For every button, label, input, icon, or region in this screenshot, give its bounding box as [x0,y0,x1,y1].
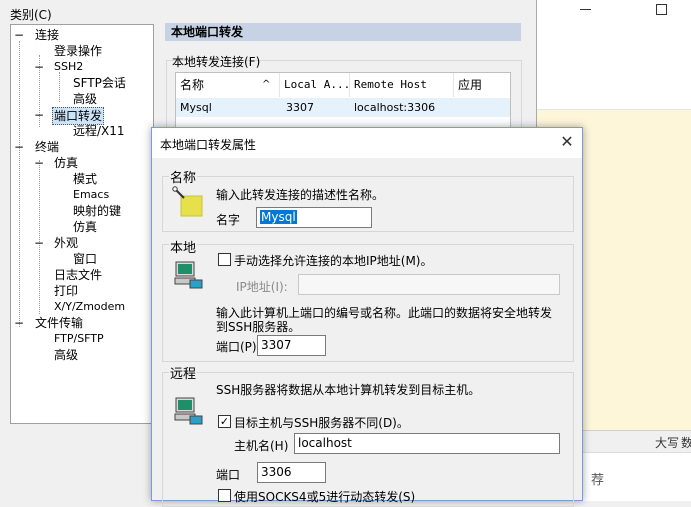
column-header-remote-host[interactable]: Remote Host [350,73,454,97]
remote-description: SSH服务器将数据从本地计算机转发到目标主机。 [216,383,481,397]
hostname-label: 主机名(H) [234,439,289,453]
column-header-name[interactable]: 名称 ^ [176,73,280,97]
dialog-titlebar: 本地端口转发属性 ✕ [152,128,582,158]
collapse-icon[interactable]: − [34,235,44,251]
category-label: 类别(C) [10,8,52,22]
sort-ascending-icon: ^ [262,79,271,90]
ip-address-label: IP地址(I): [236,280,288,294]
tree-item-sftp-session[interactable]: SFTP会话 [73,75,126,91]
name-field-label: 名字 [216,213,241,227]
collapse-icon[interactable]: − [14,315,24,331]
column-header-local-port[interactable]: Local A... [280,73,350,97]
local-port-field[interactable]: 3307 [257,335,326,356]
name-description: 输入此转发连接的描述性名称。 [216,188,385,202]
tree-item-modes[interactable]: 模式 [73,171,97,187]
caps-indicator: 大写 [655,436,680,450]
socks-label: 使用SOCKS4或5进行动态转发(S) [234,490,416,504]
collapse-icon[interactable]: − [14,139,24,155]
close-icon[interactable]: ✕ [556,132,578,154]
tree-item-mapped-keys[interactable]: 映射的键 [73,203,121,219]
local-group-label: 本地 [169,237,198,256]
collapse-icon[interactable]: − [14,27,24,43]
collapse-icon[interactable]: − [34,107,44,123]
forward-connections-label: 本地转发连接(F) [172,55,261,69]
socks-checkbox[interactable] [218,489,231,502]
local-port-label: 端口(P) [216,340,257,354]
cell-remote-host: localhost:3306 [354,101,436,114]
computer-icon [172,260,206,290]
column-header-application[interactable]: 应用 [454,73,510,97]
panel-header: 本地端口转发 [165,23,521,41]
remote-port-label: 端口 [216,468,241,482]
forward-connections-table[interactable]: 名称 ^ Local A... Remote Host 应用 Mysql 330… [175,72,511,132]
tree-item-emulation[interactable]: 仿真 [54,155,78,171]
tree-item-window[interactable]: 窗口 [73,251,97,267]
minimize-icon[interactable] [580,9,591,10]
tree-item-connection[interactable]: 连接 [35,27,59,43]
tree-item-emacs[interactable]: Emacs [73,187,109,203]
ip-address-field[interactable] [298,274,560,295]
remote-port-field[interactable]: 3306 [257,462,326,483]
tree-item-log-file[interactable]: 日志文件 [54,267,102,283]
name-field[interactable]: Mysql [256,207,372,228]
category-tree[interactable]: − 连接 登录操作 − SSH2 SFTP会话 高级 − 端口转发 远程/X11… [10,24,154,424]
tree-item-login[interactable]: 登录操作 [54,43,102,59]
tree-item-ssh2[interactable]: SSH2 [54,59,83,75]
tree-item-emulation-advanced[interactable]: 仿真 [73,219,97,235]
manual-ip-checkbox[interactable] [218,253,231,266]
server-computer-icon [172,396,206,426]
tree-item-printing[interactable]: 打印 [54,283,78,299]
name-group-label: 名称 [169,167,198,186]
tree-item-remote-x11[interactable]: 远程/X11 [73,123,125,139]
dialog-title: 本地端口转发属性 [160,138,257,152]
tree-item-terminal[interactable]: 终端 [35,139,59,155]
tree-item-appearance[interactable]: 外观 [54,235,78,251]
tree-guide [59,72,60,102]
tag-icon [172,186,206,218]
collapse-icon[interactable]: − [34,155,44,171]
hostname-field[interactable]: localhost [294,433,560,454]
cell-name: Mysql [180,101,212,114]
background-titlebar [537,0,691,30]
collapse-icon[interactable]: − [34,59,44,75]
cell-application [454,98,458,117]
maximize-icon[interactable] [656,4,667,15]
tree-item-file-transfer[interactable]: 文件传输 [35,315,83,331]
forwarding-properties-dialog: 本地端口转发属性 ✕ 名称 输入此转发连接的描述性名称。 名字 Mysql 本地… [151,127,583,507]
tree-guide [19,41,20,327]
different-host-label: 目标主机与SSH服务器不同(D)。 [234,416,409,430]
num-indicator: 数 [681,436,691,450]
manual-ip-label: 手动选择允许连接的本地IP地址(M)。 [234,254,433,268]
cell-local-port: 3307 [286,101,314,114]
table-row[interactable]: Mysql 3307 localhost:3306 [176,98,510,117]
tree-item-xyzmodem[interactable]: X/Y/Zmodem [54,299,125,315]
background-toolbar [537,30,691,110]
name-field-value: Mysql [260,210,297,224]
local-description-line2: 到SSH服务器。 [216,320,301,334]
background-lower-text: 荐 [591,473,605,488]
tree-item-ftp-sftp[interactable]: FTP/SFTP [54,331,104,347]
tree-item-ssh2-advanced[interactable]: 高级 [73,91,97,107]
tree-item-transfer-advanced[interactable]: 高级 [54,347,78,363]
different-host-checkbox[interactable]: ✓ [218,415,231,428]
remote-group-label: 远程 [169,363,198,382]
